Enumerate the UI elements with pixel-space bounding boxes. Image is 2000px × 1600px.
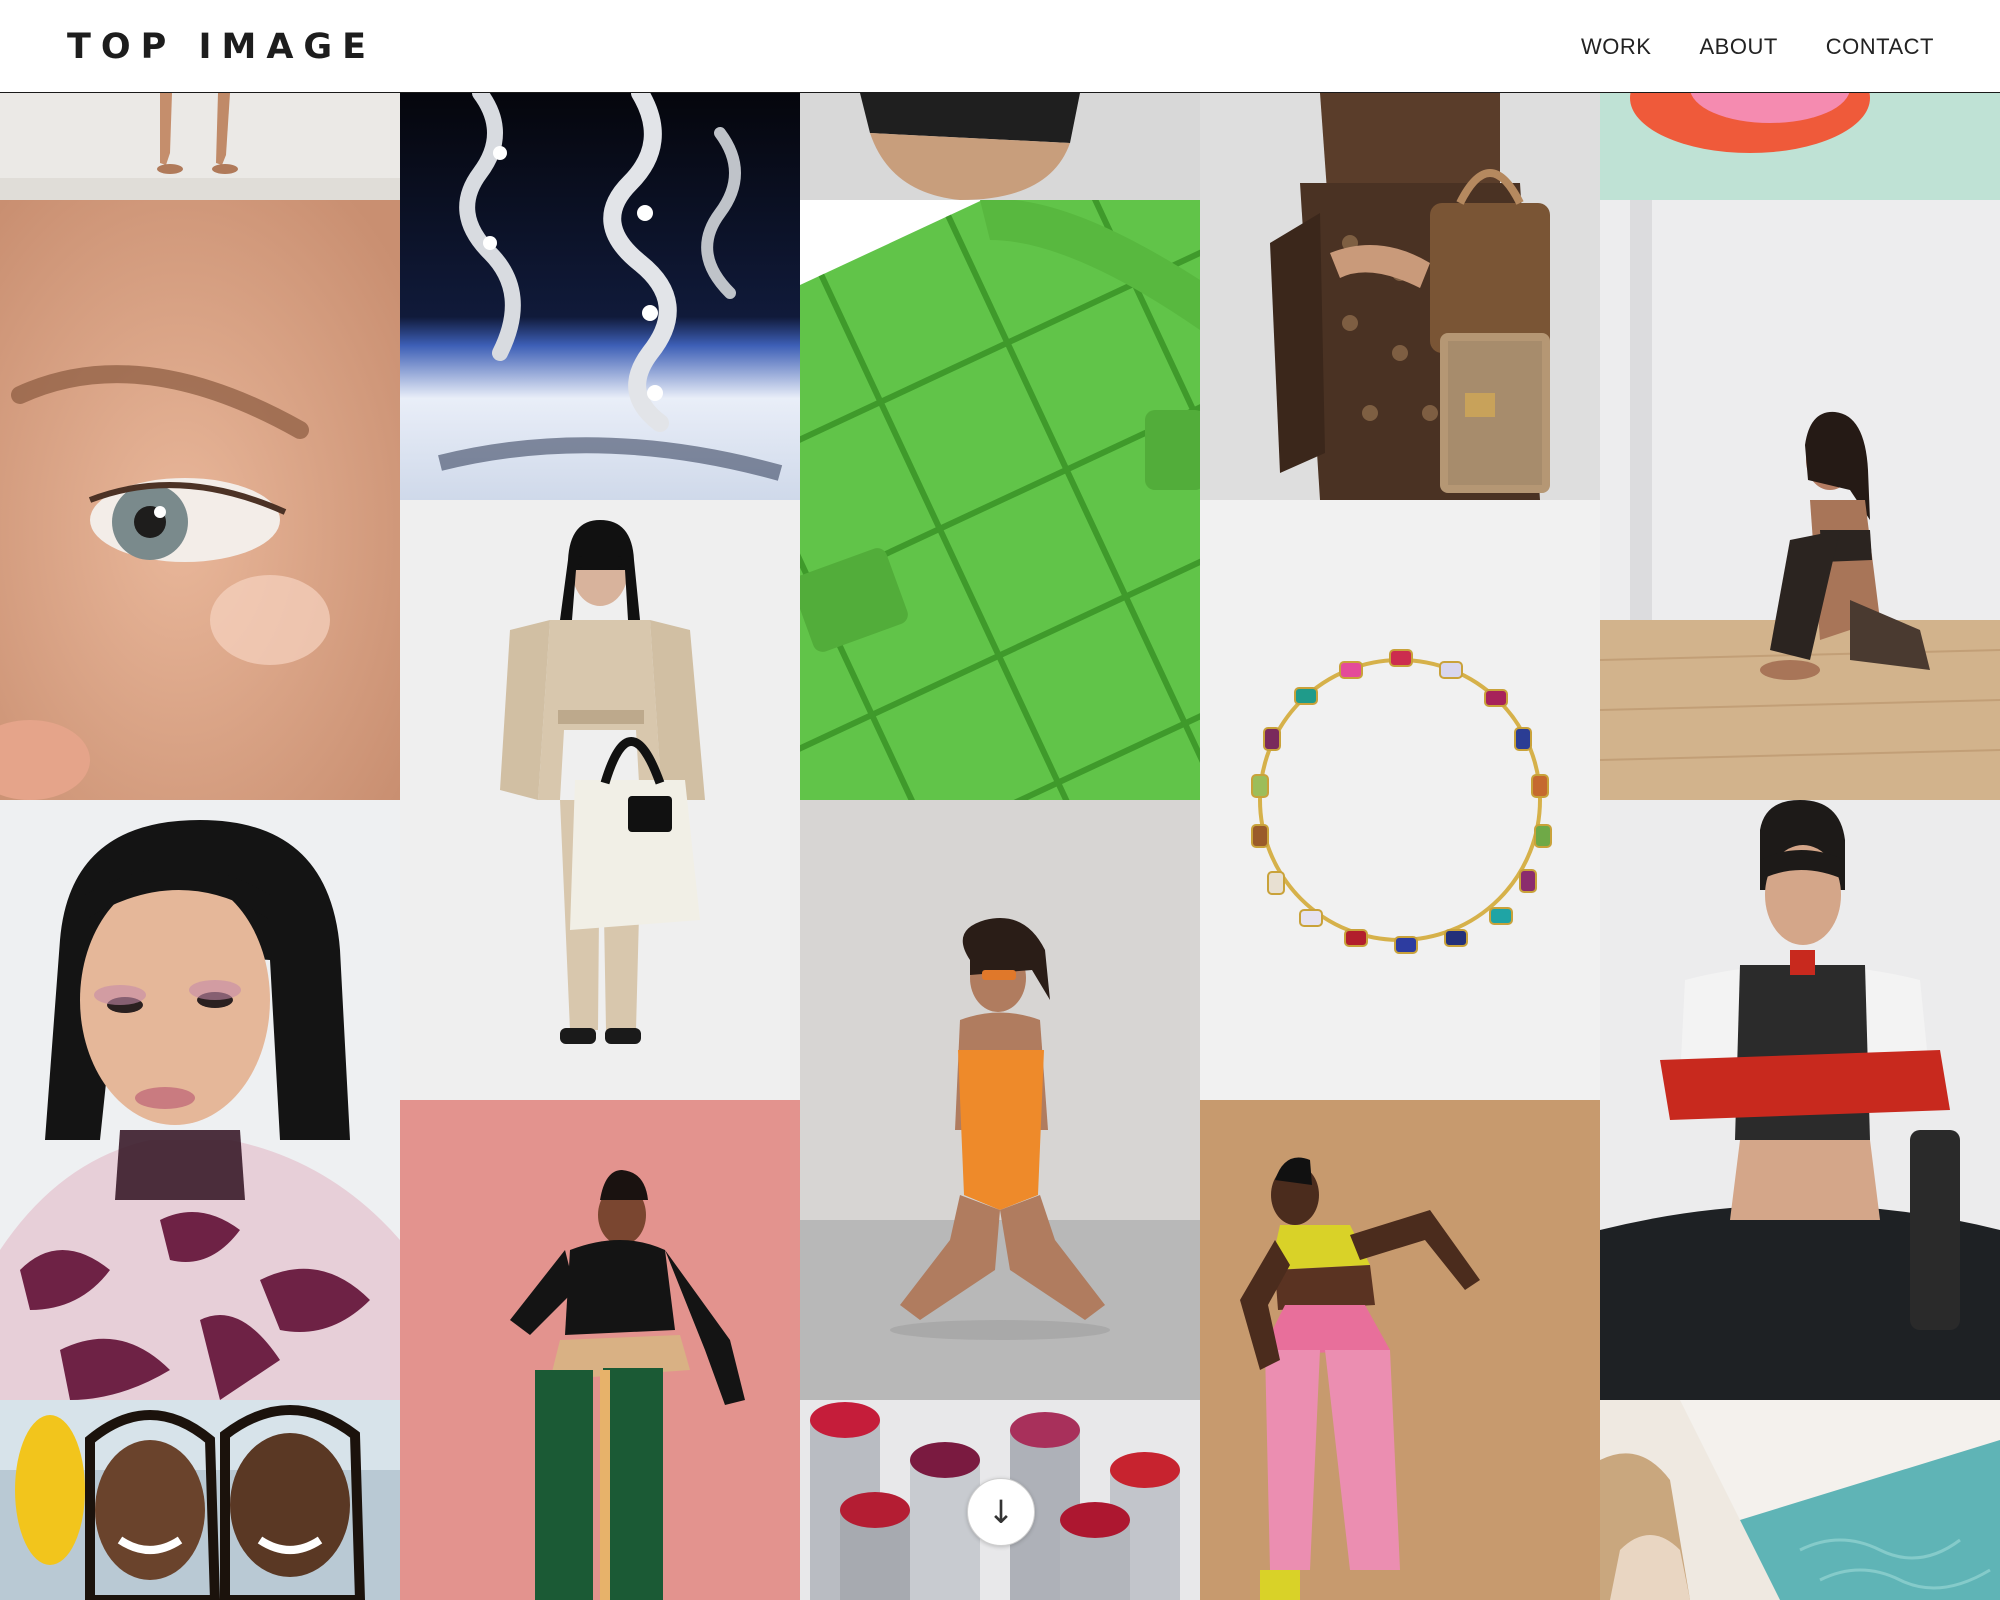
- nav-link-contact[interactable]: CONTACT: [1826, 30, 1934, 64]
- gallery-column-4: [1200, 93, 1600, 1600]
- photo-tile-gemstone-necklace[interactable]: [1200, 500, 1600, 1100]
- photo-tile-braided-girls-smiling[interactable]: [0, 1400, 400, 1600]
- photo-tile-pool-water-edge[interactable]: [1600, 1400, 2000, 1600]
- photo-tile-black-cardigan-pink-wall[interactable]: [400, 1100, 800, 1600]
- main-nav: WORK ABOUT CONTACT: [1581, 30, 1934, 64]
- site-header: TOP IMAGE WORK ABOUT CONTACT: [0, 0, 2000, 93]
- photo-tile-beige-cargo-suit-tote[interactable]: [400, 500, 800, 1100]
- photo-gallery: [0, 93, 2000, 1600]
- photo-tile-legs-dark-shorts[interactable]: [800, 93, 1200, 200]
- nav-link-about[interactable]: ABOUT: [1700, 30, 1778, 64]
- scroll-down-button[interactable]: ↓: [967, 1478, 1035, 1546]
- gallery-column-5: [1600, 93, 2000, 1600]
- photo-tile-silver-wave-earrings[interactable]: [400, 93, 800, 500]
- nav-link-work[interactable]: WORK: [1581, 30, 1651, 64]
- photo-tile-seated-woman-leg-warmers[interactable]: [1600, 200, 2000, 800]
- photo-tile-red-sleeve-crossed-arms[interactable]: [1600, 800, 2000, 1400]
- gallery-column-3: [800, 93, 1200, 1600]
- arrow-down-icon: ↓: [987, 1493, 1015, 1531]
- photo-tile-orange-pink-object-mint[interactable]: [1600, 93, 2000, 200]
- gallery-column-1: [0, 93, 400, 1600]
- photo-tile-green-woven-bag[interactable]: [800, 200, 1200, 800]
- photo-tile-model-feet-sandals[interactable]: [0, 93, 400, 200]
- photo-tile-freckled-eye-closeup[interactable]: [0, 200, 400, 800]
- photo-tile-monogram-trunk-bag[interactable]: [1200, 93, 1600, 500]
- photo-tile-orange-swimsuit-kneeling[interactable]: [800, 800, 1200, 1400]
- photo-tile-yellow-bra-pink-pants[interactable]: [1200, 1100, 1600, 1600]
- photo-tile-bob-hair-print-turtleneck[interactable]: [0, 800, 400, 1400]
- brand-logo[interactable]: TOP IMAGE: [67, 24, 376, 70]
- gallery-column-2: [400, 93, 800, 1600]
